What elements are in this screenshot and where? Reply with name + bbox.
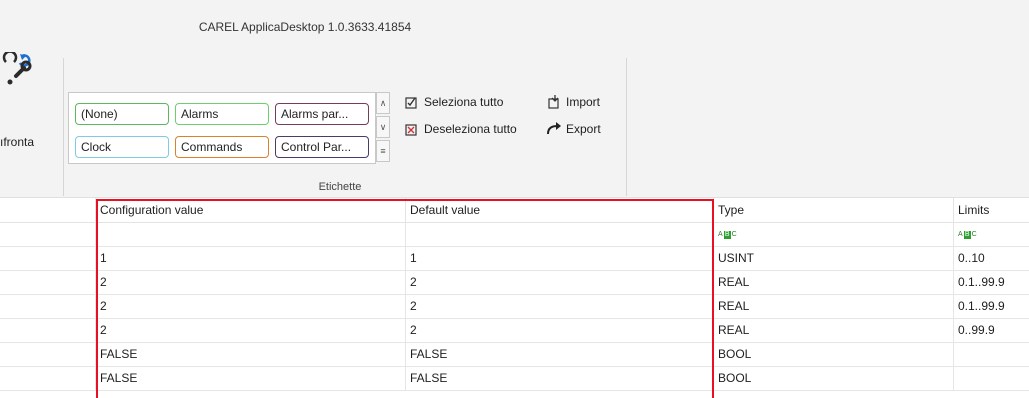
row-cell bbox=[0, 295, 96, 318]
configuration-value-cell[interactable]: 1 bbox=[96, 247, 406, 270]
import-button[interactable]: Import bbox=[546, 94, 600, 110]
column-header-limits[interactable]: Limits bbox=[954, 198, 1029, 223]
row-cell bbox=[0, 343, 96, 366]
type-cell: BOOL bbox=[714, 343, 954, 366]
limits-cell bbox=[954, 343, 1029, 366]
deselect-all-label: Deseleziona tutto bbox=[424, 122, 517, 136]
configuration-value-cell[interactable]: 2 bbox=[96, 319, 406, 342]
type-cell: USINT bbox=[714, 247, 954, 270]
configuration-value-cell[interactable]: FALSE bbox=[96, 343, 406, 366]
ribbon-separator-right bbox=[626, 58, 627, 196]
row-cell bbox=[0, 367, 96, 390]
gallery-scroll: ∧ ∨ ≡ bbox=[376, 92, 392, 164]
limits-cell: 0..99.9 bbox=[958, 323, 995, 337]
default-value-cell: FALSE bbox=[406, 343, 714, 366]
tags-gallery: (None) Alarms Alarms par... Clock Comman… bbox=[68, 92, 376, 164]
tag-none[interactable]: (None) bbox=[75, 103, 169, 125]
select-all-button[interactable]: Seleziona tutto bbox=[404, 94, 503, 110]
column-header-type[interactable]: Type bbox=[714, 198, 954, 223]
configuration-value-cell[interactable]: FALSE bbox=[96, 367, 406, 390]
filter-row: ABC ABC bbox=[0, 223, 1029, 247]
select-all-label: Seleziona tutto bbox=[424, 95, 504, 109]
row-cell bbox=[0, 247, 96, 270]
table-row[interactable]: 1 1 USINT 0..10 bbox=[0, 247, 1029, 271]
text-filter-icon[interactable]: ABC bbox=[718, 230, 737, 240]
title-bar: CAREL ApplicaDesktop 1.0.3633.41854 bbox=[0, 0, 1029, 40]
deselect-all-button[interactable]: Deseleziona tutto bbox=[404, 121, 517, 137]
export-button[interactable]: Export bbox=[546, 121, 601, 137]
window-title: CAREL ApplicaDesktop 1.0.3633.41854 bbox=[198, 20, 412, 34]
table-row[interactable]: 2 2 REAL 0.1..99.9 bbox=[0, 271, 1029, 295]
type-cell: BOOL bbox=[714, 367, 954, 390]
default-value-cell: 2 bbox=[406, 319, 714, 342]
tag-alarms[interactable]: Alarms bbox=[175, 103, 269, 125]
import-label: Import bbox=[566, 95, 601, 109]
gallery-expand-button[interactable]: ≡ bbox=[376, 140, 390, 162]
default-value-cell: FALSE bbox=[406, 367, 714, 390]
column-header-blank bbox=[0, 198, 96, 223]
limits-cell: 0..10 bbox=[958, 251, 985, 265]
compare-button-label: ıfronta bbox=[0, 135, 35, 149]
default-value-cell: 2 bbox=[406, 295, 714, 318]
type-cell: REAL bbox=[714, 295, 954, 318]
deselect-all-icon bbox=[405, 124, 417, 136]
compare-tools-icon bbox=[2, 52, 32, 85]
limits-cell: 0.1..99.9 bbox=[958, 275, 1005, 289]
filter-cell-limits[interactable]: ABC bbox=[954, 223, 1029, 246]
table-row[interactable]: FALSE FALSE BOOL bbox=[0, 343, 1029, 367]
default-value-cell: 2 bbox=[406, 271, 714, 294]
ribbon-separator bbox=[63, 58, 64, 196]
row-cell bbox=[0, 319, 96, 342]
export-label: Export bbox=[566, 122, 601, 136]
gallery-scroll-down-button[interactable]: ∨ bbox=[376, 116, 390, 138]
tags-group-label: Etichette bbox=[318, 181, 362, 193]
filter-cell[interactable] bbox=[0, 223, 96, 246]
parameters-grid: Configuration value Default value Type L… bbox=[0, 198, 1029, 398]
tag-control-parameters[interactable]: Control Par... bbox=[275, 136, 369, 158]
type-cell: REAL bbox=[714, 271, 954, 294]
limits-cell: 0.1..99.9 bbox=[958, 299, 1005, 313]
tag-commands[interactable]: Commands bbox=[175, 136, 269, 158]
text-filter-icon[interactable]: ABC bbox=[958, 230, 977, 240]
default-value-cell: 1 bbox=[406, 247, 714, 270]
import-icon bbox=[548, 95, 559, 109]
filter-cell-configuration[interactable] bbox=[96, 223, 406, 246]
export-arrow-icon bbox=[547, 122, 561, 135]
table-row[interactable]: 2 2 REAL 0..99.9 bbox=[0, 319, 1029, 343]
column-header-configuration[interactable]: Configuration value bbox=[96, 198, 406, 223]
table-row[interactable]: 2 2 REAL 0.1..99.9 bbox=[0, 295, 1029, 319]
table-row[interactable]: FALSE FALSE BOOL bbox=[0, 367, 1029, 391]
filter-cell-type[interactable]: ABC bbox=[714, 223, 954, 246]
tag-alarms-parameters[interactable]: Alarms par... bbox=[275, 103, 369, 125]
select-all-icon bbox=[405, 97, 417, 109]
configuration-value-cell[interactable]: 2 bbox=[96, 271, 406, 294]
row-cell bbox=[0, 271, 96, 294]
column-header-default[interactable]: Default value bbox=[406, 198, 714, 223]
configuration-value-cell[interactable]: 2 bbox=[96, 295, 406, 318]
limits-cell bbox=[954, 367, 1029, 390]
filter-cell-default[interactable] bbox=[406, 223, 714, 246]
tag-clock[interactable]: Clock bbox=[75, 136, 169, 158]
type-cell: REAL bbox=[714, 319, 954, 342]
gallery-scroll-up-button[interactable]: ∧ bbox=[376, 92, 390, 114]
